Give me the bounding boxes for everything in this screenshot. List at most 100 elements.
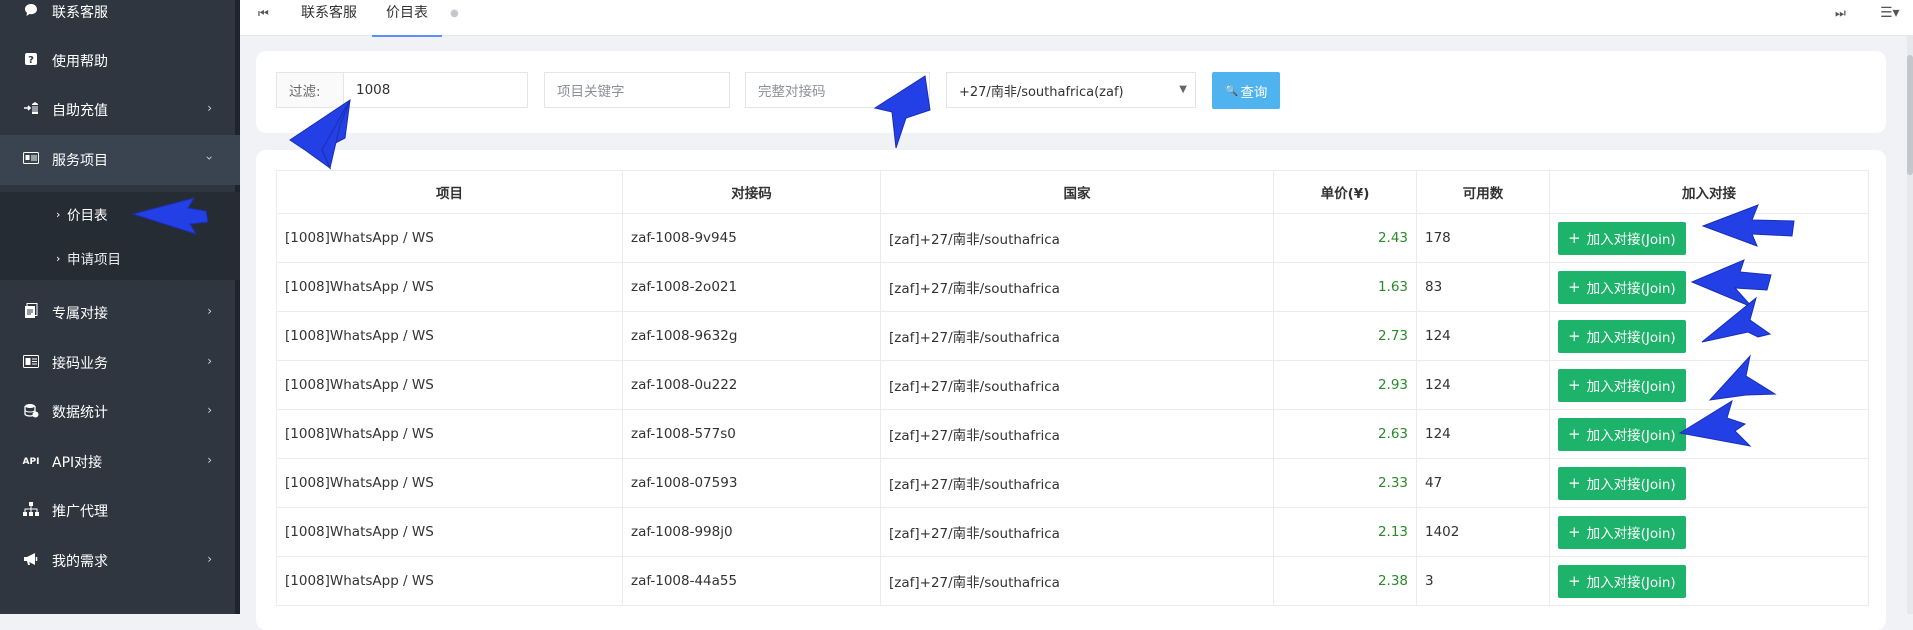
cell-project: [1008]WhatsApp / WS [276,507,623,557]
cell-code: zaf-1008-2o021 [622,262,881,312]
sidebar-item-stats[interactable]: 数据统计 › [0,387,240,437]
plus-icon: + [1568,376,1581,394]
cell-country: [zaf]+27/南非/southafrica [880,409,1274,459]
cell-available: 124 [1416,360,1550,410]
tab-pricelist[interactable]: 价目表 [372,0,442,37]
table-row: [1008]WhatsApp / WS zaf-1008-0u222 [zaf]+2… [276,360,1869,410]
cell-code: zaf-1008-44a55 [622,556,881,606]
sidebar-item-requests[interactable]: 我的需求 › [0,536,240,586]
cell-code: zaf-1008-0u222 [622,360,881,410]
cell-price: 2.93 [1273,360,1417,410]
query-button[interactable]: 🔍 查询 [1212,72,1280,109]
svg-text:?: ? [28,55,34,66]
sidebar-item-sms[interactable]: 接码业务 › [0,338,240,388]
cell-code: zaf-1008-9632g [622,311,881,361]
cell-join: + 加入对接(Join) [1549,458,1869,508]
join-button[interactable]: + 加入对接(Join) [1558,368,1686,402]
cell-price: 2.43 [1273,213,1417,263]
sidebar-item-label: 自助充值 [52,103,108,119]
chevron-right-icon: › [207,403,212,417]
sidebar-subitem-pricelist[interactable]: › 价目表 [0,192,240,236]
cell-project: [1008]WhatsApp / WS [276,556,623,606]
cell-available: 3 [1416,556,1550,606]
code-filter-input[interactable]: 1008 [343,72,528,108]
cell-available: 178 [1416,213,1550,263]
scroll-tabs-left-icon[interactable]: ⏮ [258,0,269,35]
cell-available: 1402 [1416,507,1550,557]
join-button-label: 加入对接(Join) [1586,281,1676,297]
sidebar-item-api[interactable]: API API对接 › [0,437,240,487]
plus-icon: + [1568,523,1581,541]
sidebar-item-promotion[interactable]: 推广代理 [0,486,240,536]
cell-code: zaf-1008-9v945 [622,213,881,263]
cell-join: + 加入对接(Join) [1549,311,1869,361]
cell-join: + 加入对接(Join) [1549,507,1869,557]
cell-available: 47 [1416,458,1550,508]
cell-country: [zaf]+27/南非/southafrica [880,507,1274,557]
join-button-label: 加入对接(Join) [1586,477,1676,493]
sidebar-item-recharge[interactable]: 自助充值 › [0,85,240,135]
dropdown-arrow-icon: ▼ [1179,84,1187,95]
join-button[interactable]: + 加入对接(Join) [1558,417,1686,451]
sidebar-item-label: 使用帮助 [52,54,108,70]
table-row: [1008]WhatsApp / WS zaf-1008-2o021 [zaf]+2… [276,262,1869,312]
header-country: 国家 [880,170,1274,214]
join-button[interactable]: + 加入对接(Join) [1558,221,1686,255]
tab-menu-icon[interactable]: ☰▾ [1880,0,1900,35]
chevron-right-icon: › [207,304,212,318]
sidebar-item-help[interactable]: ? 使用帮助 [0,36,240,86]
header-join: 加入对接 [1549,170,1869,214]
cell-country: [zaf]+27/南非/southafrica [880,360,1274,410]
cell-price: 2.63 [1273,409,1417,459]
cell-project: [1008]WhatsApp / WS [276,458,623,508]
cell-price: 1.63 [1273,262,1417,312]
join-button-label: 加入对接(Join) [1586,330,1676,346]
sidebar-item-label: 专属对接 [52,306,108,322]
join-button[interactable]: + 加入对接(Join) [1558,319,1686,353]
sidebar-subitem-apply[interactable]: › 申请项目 [0,236,240,280]
join-button[interactable]: + 加入对接(Join) [1558,564,1686,598]
join-button[interactable]: + 加入对接(Join) [1558,270,1686,304]
tab-contact[interactable]: 联系客服 [301,0,357,35]
sidebar-subitem-label: 价目表 [67,208,108,224]
cell-available: 83 [1416,262,1550,312]
table-header-row: 项目 对接码 国家 单价(¥) 可用数 加入对接 [276,170,1869,214]
search-icon: 🔍 [1224,84,1239,97]
cell-project: [1008]WhatsApp / WS [276,311,623,361]
plus-icon: + [1568,327,1581,345]
full-code-input[interactable]: 完整对接码 [745,72,930,108]
sitemap-icon [20,502,42,520]
scrollbar-thumb[interactable] [1907,55,1913,175]
join-button[interactable]: + 加入对接(Join) [1558,466,1686,500]
sidebar: 联系客服 ? 使用帮助 自助充值 › 服务项目 › › 价目表 › 申请项目 专… [0,0,240,614]
cell-available: 124 [1416,409,1550,459]
caret-right-icon: › [56,207,61,221]
chevron-right-icon: › [207,453,212,467]
page-scrollbar[interactable] [1907,35,1913,614]
table-row: [1008]WhatsApp / WS zaf-1008-44a55 [zaf]+2… [276,556,1869,606]
cell-price: 2.38 [1273,556,1417,606]
cell-project: [1008]WhatsApp / WS [276,213,623,263]
sidebar-item-exclusive[interactable]: 专属对接 › [0,288,240,338]
cell-project: [1008]WhatsApp / WS [276,360,623,410]
join-button[interactable]: + 加入对接(Join) [1558,515,1686,549]
chat-icon [20,3,42,21]
sidebar-item-label: 数据统计 [52,405,108,421]
exclusive-icon [20,303,42,323]
cell-country: [zaf]+27/南非/southafrica [880,556,1274,606]
caret-right-icon: › [56,251,61,265]
keyword-input[interactable]: 项目关键字 [544,72,730,108]
tab-close-icon[interactable]: ● [450,0,459,27]
country-select[interactable]: +27/南非/southafrica(zaf) ▼ [946,72,1196,108]
scroll-tabs-right-icon[interactable]: ⏭ [1835,0,1846,35]
cell-code: zaf-1008-07593 [622,458,881,508]
country-select-value: +27/南非/southafrica(zaf) [959,84,1124,100]
header-available: 可用数 [1416,170,1550,214]
sidebar-item-services[interactable]: 服务项目 › [0,135,240,185]
sidebar-item-contact[interactable]: 联系客服 [0,0,240,37]
sidebar-subitem-label: 申请项目 [67,252,121,268]
sidebar-item-label: API对接 [52,455,103,471]
cell-code: zaf-1008-577s0 [622,409,881,459]
sidebar-item-label: 我的需求 [52,554,108,570]
recharge-icon [20,101,42,119]
